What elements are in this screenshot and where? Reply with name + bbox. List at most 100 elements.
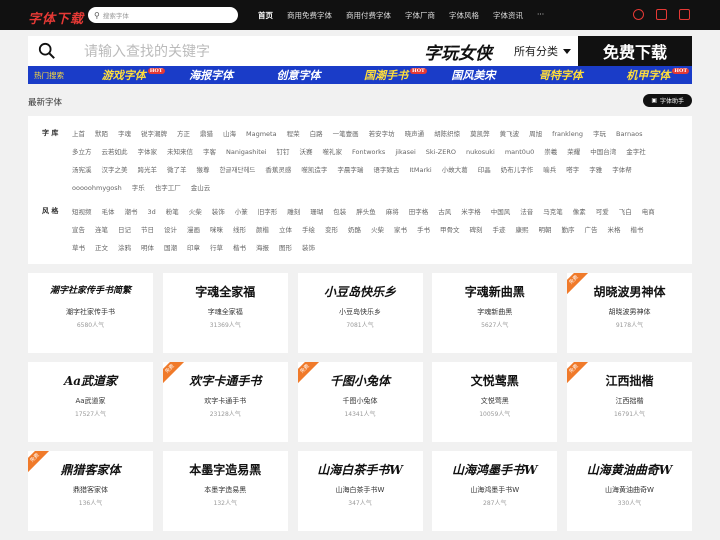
library-tag[interactable]: Magmeta (246, 128, 277, 141)
font-name[interactable]: Aa武道家 (28, 396, 153, 406)
style-tag[interactable]: 包装 (333, 206, 346, 219)
big-search-input[interactable]: 请输入查找的关键字 (84, 41, 210, 61)
library-tag[interactable]: 默陌 (95, 128, 108, 141)
library-tag[interactable]: 上首 (72, 128, 85, 141)
font-card[interactable]: 千图小兔体 千图小兔体 14341人气 免费 (297, 362, 423, 442)
style-tag[interactable]: 胖头鱼 (356, 206, 376, 219)
style-tag[interactable]: 日记 (118, 224, 131, 237)
style-tag[interactable]: 法音 (520, 206, 533, 219)
style-tag[interactable]: 海报 (256, 242, 269, 255)
library-tag[interactable]: 汉字之美 (102, 164, 128, 177)
style-tag[interactable]: 线形 (233, 224, 246, 237)
font-card[interactable]: 江西拙楷 江西拙楷 16791人气 免费 (567, 362, 692, 442)
font-card[interactable]: 本墨字造易黑 本墨字造易黑 132人气 (162, 451, 288, 531)
library-tag[interactable]: 印晶 (478, 164, 491, 177)
library-tag[interactable]: 黄飞波 (500, 128, 520, 141)
library-tag[interactable]: 汤宪溪 (72, 164, 92, 177)
font-name[interactable]: 千图小兔体 (298, 396, 423, 406)
library-tag[interactable]: 奶布儿字作 (501, 164, 534, 177)
library-tag[interactable]: 未知来信 (167, 146, 193, 159)
style-tag[interactable]: 手迹 (493, 224, 506, 237)
font-card[interactable]: Aa武道家 Aa武道家 17527人气 (28, 362, 153, 442)
font-name[interactable]: 欢字卡通手书 (163, 396, 288, 406)
library-tag[interactable]: Fontworks (352, 146, 385, 159)
font-name[interactable]: 字魂新曲黑 (432, 307, 557, 317)
font-name[interactable]: 本墨字造易黑 (163, 485, 288, 495)
font-name[interactable]: 江西拙楷 (567, 396, 692, 406)
style-tag[interactable]: 装饰 (302, 242, 315, 255)
library-tag[interactable]: jikasei (395, 146, 415, 159)
style-tag[interactable]: 家书 (394, 224, 407, 237)
library-tag[interactable]: Nanigashitei (226, 146, 267, 159)
style-tag[interactable]: 毛体 (102, 206, 115, 219)
library-tag[interactable]: 也字工厂 (155, 182, 181, 195)
font-name[interactable]: 山海黄油曲奇W (567, 485, 692, 495)
library-tag[interactable]: 字乐 (132, 182, 145, 195)
chevron-down-icon[interactable] (563, 49, 571, 54)
style-tag[interactable]: 珊瑚 (310, 206, 323, 219)
font-card[interactable]: 山海黄油曲奇W 山海黄油曲奇W 330人气 (567, 451, 692, 531)
font-card[interactable]: 潮字社家传手书简繁 潮字社家传手书 6580人气 (28, 273, 153, 353)
nav-news[interactable]: 字体资讯 (493, 10, 523, 21)
style-tag[interactable]: 潮书 (125, 206, 138, 219)
font-name[interactable]: 小豆岛快乐乡 (298, 307, 423, 317)
style-tag[interactable]: 行草 (210, 242, 223, 255)
library-tag[interactable]: 字魂 (118, 128, 131, 141)
free-download-button[interactable]: 免费下载 (578, 36, 692, 66)
library-tag[interactable]: 周旭 (529, 128, 542, 141)
font-helper-button[interactable]: ▣ 字体助手 (643, 94, 692, 107)
nav-home[interactable]: 首页 (258, 10, 273, 21)
style-tag[interactable]: 粉笔 (166, 206, 179, 219)
style-tag[interactable]: 立体 (279, 224, 292, 237)
style-tag[interactable]: 国潮 (164, 242, 177, 255)
style-tag[interactable]: 碑刻 (470, 224, 483, 237)
library-tag[interactable]: Barnaos (616, 128, 642, 141)
style-tag[interactable]: 康熙 (516, 224, 529, 237)
style-tag[interactable]: 广告 (585, 224, 598, 237)
style-tag[interactable]: 手书 (417, 224, 430, 237)
top-search-input[interactable]: ⚲ 搜索字体 (88, 7, 238, 23)
style-tag[interactable]: 可爱 (596, 206, 609, 219)
library-tag[interactable]: 沃赛 (300, 146, 313, 159)
library-tag[interactable]: 中国台湾 (590, 146, 616, 159)
favorites-icon[interactable] (656, 9, 667, 20)
font-card[interactable]: 鼎猎客家体 鼎猎客家体 136人气 免费 (28, 451, 153, 531)
style-tag[interactable]: 3d (148, 206, 156, 219)
style-tag[interactable]: 节日 (141, 224, 154, 237)
library-tag[interactable]: 白路 (310, 128, 323, 141)
style-tag[interactable]: 楷书 (233, 242, 246, 255)
style-tag[interactable]: 涂鸦 (118, 242, 131, 255)
library-tag[interactable]: 莫凯弊 (470, 128, 490, 141)
font-card[interactable]: 欢字卡通手书 欢字卡通手书 23128人气 免费 (162, 362, 288, 442)
style-tag[interactable]: 勤序 (562, 224, 575, 237)
hot-item[interactable]: 国风美宋 (430, 67, 517, 83)
style-tag[interactable]: 电商 (642, 206, 655, 219)
font-name[interactable]: 字魂全家福 (163, 307, 288, 317)
font-card[interactable]: 字魂全家福 字魂全家福 31369人气 (162, 273, 288, 353)
font-card[interactable]: 文悦莺黑 文悦莺黑 10059人气 (432, 362, 558, 442)
nav-commercial-paid[interactable]: 商用付费字体 (346, 10, 391, 21)
hot-item[interactable]: 国潮手书 HOT (342, 67, 429, 83)
font-card[interactable]: 山海白茶手书W 山海白茶手书W 347人气 (297, 451, 423, 531)
style-tag[interactable]: 小篆 (235, 206, 248, 219)
category-select[interactable]: 所有分类 (514, 43, 558, 59)
style-tag[interactable]: 漫画 (187, 224, 200, 237)
library-tag[interactable]: 微了羊 (167, 164, 187, 177)
library-tag[interactable]: 喻兵 (543, 164, 556, 177)
library-tag[interactable]: 语字致古 (373, 164, 399, 177)
font-name[interactable]: 胡晓波男神体 (567, 307, 692, 317)
style-tag[interactable]: 古风 (438, 206, 451, 219)
library-tag[interactable]: 噬礼家 (323, 146, 343, 159)
style-tag[interactable]: 明朝 (539, 224, 552, 237)
style-tag[interactable]: 雕刻 (287, 206, 300, 219)
library-tag[interactable]: 猴尊 (197, 164, 210, 177)
hot-item[interactable]: 海报字体 (167, 67, 254, 83)
style-tag[interactable]: 宣告 (72, 224, 85, 237)
library-tag[interactable]: 钉钉 (277, 146, 290, 159)
library-tag[interactable]: 崇羲 (544, 146, 557, 159)
library-tag[interactable]: 方正 (177, 128, 190, 141)
library-tag[interactable]: 一笔壹画 (333, 128, 359, 141)
library-tag[interactable]: ooooohmygosh (72, 182, 122, 195)
style-tag[interactable]: 连笔 (95, 224, 108, 237)
library-tag[interactable]: frankleng (552, 128, 583, 141)
